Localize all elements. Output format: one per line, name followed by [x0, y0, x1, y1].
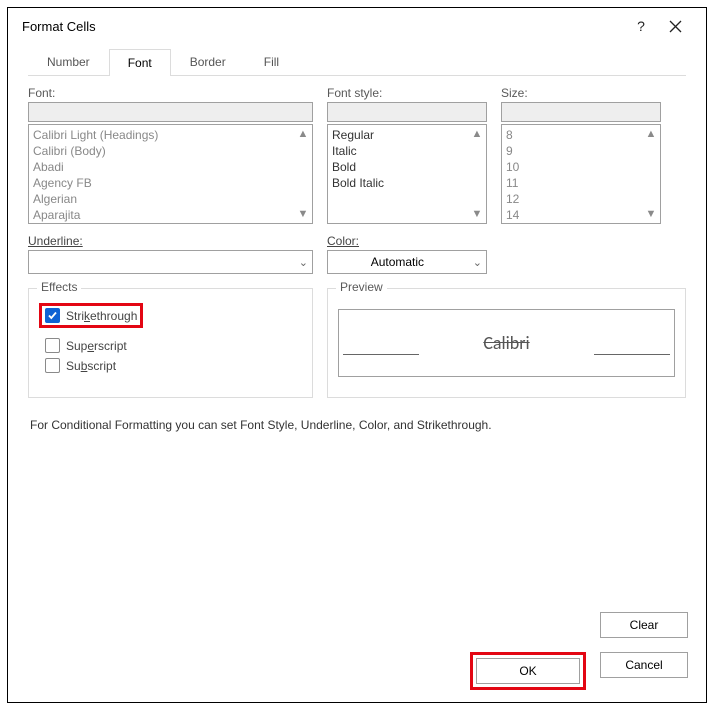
size-list[interactable]: ▲ 8 9 10 11 12 14 ▼: [501, 124, 661, 224]
list-item[interactable]: Calibri (Body): [33, 143, 308, 159]
note-text: For Conditional Formatting you can set F…: [28, 418, 686, 432]
list-item[interactable]: 10: [506, 159, 656, 175]
size-label: Size:: [501, 86, 661, 100]
font-style-list[interactable]: ▲ Regular Italic Bold Bold Italic ▼: [327, 124, 487, 224]
effects-legend: Effects: [37, 280, 81, 294]
format-cells-dialog: Format Cells ? Number Font Border Fill F…: [7, 7, 707, 703]
list-item[interactable]: Italic: [332, 143, 482, 159]
close-button[interactable]: [658, 20, 692, 33]
tab-border[interactable]: Border: [171, 48, 245, 75]
close-icon: [669, 20, 682, 33]
preview-text: Calibri: [483, 332, 529, 354]
strikethrough-checkbox[interactable]: [45, 308, 60, 323]
scroll-down-icon[interactable]: ▼: [296, 207, 310, 221]
cancel-button[interactable]: Cancel: [600, 652, 688, 678]
scroll-up-icon[interactable]: ▲: [644, 127, 658, 141]
color-label: Color:: [327, 234, 487, 248]
chevron-down-icon: ⌄: [299, 256, 308, 269]
list-item[interactable]: Agency FB: [33, 175, 308, 191]
list-item[interactable]: Bold Italic: [332, 175, 482, 191]
scroll-down-icon[interactable]: ▼: [470, 207, 484, 221]
color-dropdown[interactable]: Automatic ⌄: [327, 250, 487, 274]
scroll-up-icon[interactable]: ▲: [296, 127, 310, 141]
check-icon: [47, 310, 58, 321]
ok-button[interactable]: OK: [476, 658, 580, 684]
font-list[interactable]: ▲ Calibri Light (Headings) Calibri (Body…: [28, 124, 313, 224]
list-item[interactable]: Abadi: [33, 159, 308, 175]
clear-button[interactable]: Clear: [600, 612, 688, 638]
ok-highlight: OK: [470, 652, 586, 690]
preview-legend: Preview: [336, 280, 387, 294]
tab-number[interactable]: Number: [28, 48, 109, 75]
strikethrough-highlight: Strikethrough: [39, 303, 143, 328]
scroll-down-icon[interactable]: ▼: [644, 207, 658, 221]
list-item[interactable]: Calibri Light (Headings): [33, 127, 308, 143]
preview-box: Calibri: [338, 309, 675, 377]
list-item[interactable]: Bold: [332, 159, 482, 175]
underline-label: Underline:: [28, 234, 313, 248]
dialog-title: Format Cells: [22, 19, 96, 34]
list-item[interactable]: Regular: [332, 127, 482, 143]
preview-baseline-left: [343, 354, 419, 355]
color-value: Automatic: [334, 255, 461, 269]
superscript-label: Superscript: [66, 339, 127, 353]
subscript-checkbox[interactable]: [45, 358, 60, 373]
size-input[interactable]: [501, 102, 661, 122]
superscript-checkbox[interactable]: [45, 338, 60, 353]
scroll-up-icon[interactable]: ▲: [470, 127, 484, 141]
subscript-label: Subscript: [66, 359, 116, 373]
effects-group: Effects Strikethrough Superscript: [28, 288, 313, 398]
list-item[interactable]: 11: [506, 175, 656, 191]
preview-group: Preview Calibri: [327, 288, 686, 398]
list-item[interactable]: 8: [506, 127, 656, 143]
tab-fill[interactable]: Fill: [245, 48, 298, 75]
list-item[interactable]: 9: [506, 143, 656, 159]
list-item[interactable]: 14: [506, 207, 656, 223]
title-bar: Format Cells ?: [8, 8, 706, 42]
tabs: Number Font Border Fill: [28, 48, 686, 76]
list-item[interactable]: Aparajita: [33, 207, 308, 223]
font-style-label: Font style:: [327, 86, 487, 100]
strikethrough-label: Strikethrough: [66, 309, 137, 323]
underline-dropdown[interactable]: ⌄: [28, 250, 313, 274]
list-item[interactable]: 12: [506, 191, 656, 207]
preview-baseline-right: [594, 354, 670, 355]
tab-font[interactable]: Font: [109, 49, 171, 76]
chevron-down-icon: ⌄: [473, 256, 482, 269]
list-item[interactable]: Algerian: [33, 191, 308, 207]
help-button[interactable]: ?: [624, 18, 658, 34]
font-style-input[interactable]: [327, 102, 487, 122]
font-input[interactable]: [28, 102, 313, 122]
font-label: Font:: [28, 86, 313, 100]
